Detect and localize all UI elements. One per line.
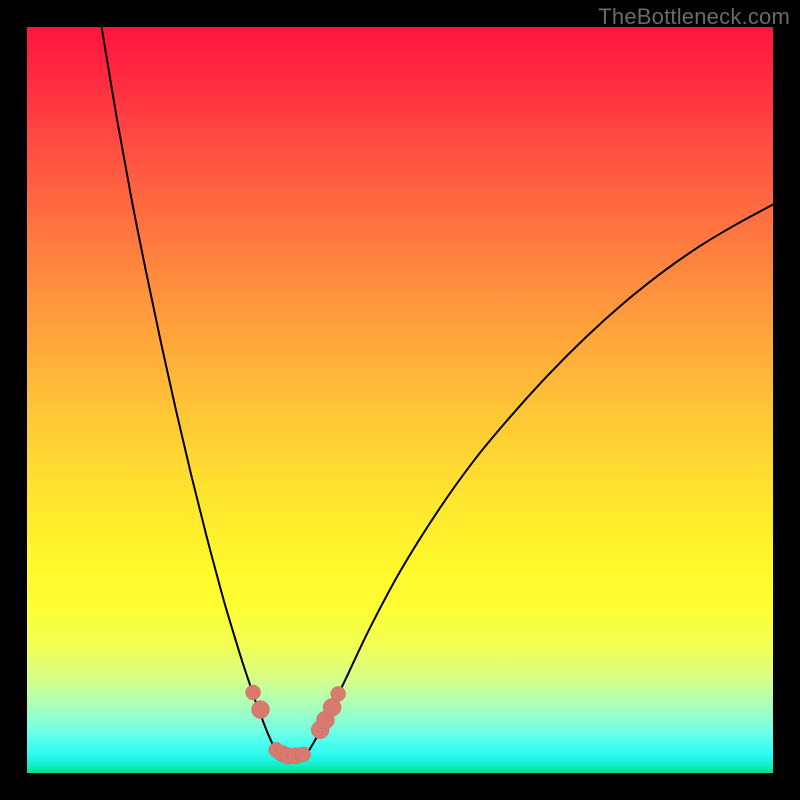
curve-layer [102, 27, 773, 757]
data-marker [252, 701, 270, 719]
plot-area [27, 27, 773, 773]
marker-layer [246, 685, 346, 764]
watermark-text: TheBottleneck.com [598, 4, 790, 30]
chart-svg [27, 27, 773, 773]
bottleneck-curve [102, 27, 773, 757]
data-marker [296, 747, 311, 762]
data-marker [246, 685, 261, 700]
chart-root: TheBottleneck.com [0, 0, 800, 800]
data-marker [331, 686, 346, 701]
